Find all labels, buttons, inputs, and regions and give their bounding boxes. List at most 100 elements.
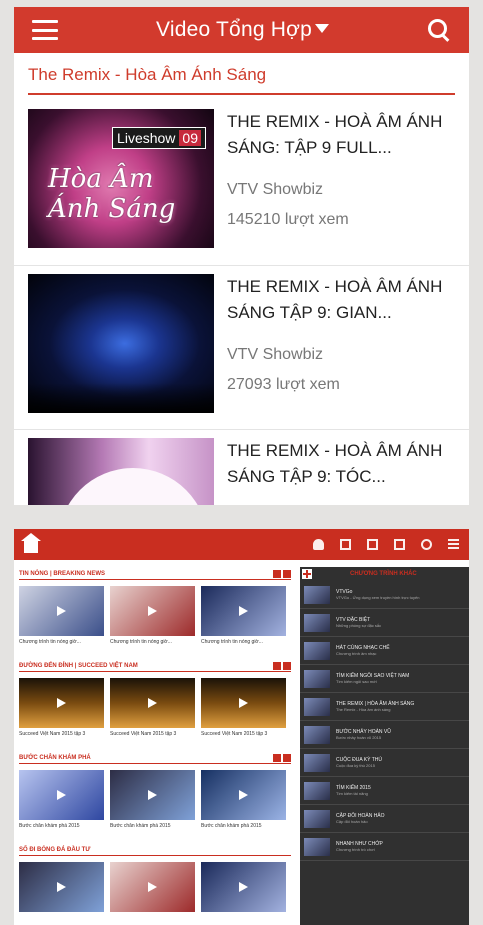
sidebar-program-item[interactable]: TÌM KIẾM NGÔI SAO VIỆT NAM Tìm kiếm ngôi …: [300, 665, 469, 693]
video-title[interactable]: THE REMIX - HOÀ ÂM ÁNH SÁNG: TẬP 9 FULL.…: [227, 109, 454, 161]
video-groups: TIN NÓNG | BREAKING NEWS Chương trình ti…: [19, 569, 291, 916]
search-icon[interactable]: [427, 18, 451, 42]
tv-icon[interactable]: [340, 539, 351, 550]
program-thumbnail[interactable]: [304, 837, 330, 856]
sidebar-program-item[interactable]: HÁT CÙNG NHẠC CHẾ Chương trình âm nhạc: [300, 637, 469, 665]
video-item[interactable]: Liveshow 09 Hòa Âm Ánh Sáng THE REMIX - H…: [14, 101, 469, 265]
video-item[interactable]: THE REMIX - HOÀ ÂM ÁNH SÁNG TẬP 9: GIAN.…: [14, 265, 469, 429]
grid-video-item[interactable]: Bước chân khám phá 2015: [110, 770, 195, 841]
sidebar-program-item[interactable]: VTV ĐẶC BIỆT Những phóng sự đặc sắc: [300, 609, 469, 637]
program-thumbnail[interactable]: [304, 753, 330, 772]
sidebar-program-item[interactable]: THE REMIX | HÒA ÂM ÁNH SÁNG The Remix - H…: [300, 693, 469, 721]
add-icon[interactable]: [302, 569, 312, 579]
video-item[interactable]: THE REMIX - HOÀ ÂM ÁNH SÁNG TẬP 9: TÓC..…: [14, 429, 469, 505]
program-title: NHANH NHƯ CHỚP: [336, 840, 383, 847]
video-thumbnail[interactable]: Liveshow 09 Hòa Âm Ánh Sáng: [28, 109, 214, 248]
grid-caption: Bước chân khám phá 2015: [201, 823, 262, 829]
program-subtitle: VTVGo - Ứng dụng xem truyền hình trực tu…: [336, 594, 420, 600]
grid-video-item[interactable]: Succeed Việt Nam 2015 tập 3: [110, 678, 195, 749]
grid-thumbnail[interactable]: [201, 678, 286, 728]
video-views: 145210 lượt xem: [227, 211, 349, 228]
grid-video-item[interactable]: Chương trình tin nóng giờ...: [110, 586, 195, 657]
prev-arrow-icon: [273, 662, 281, 670]
grid-video-item[interactable]: Chương trình tin nóng giờ...: [19, 586, 104, 657]
grid-video-item[interactable]: [110, 862, 195, 912]
video-channel: VTV Showbiz: [227, 181, 324, 198]
grid-video-item[interactable]: Succeed Việt Nam 2015 tập 3: [201, 678, 286, 749]
grid-video-item[interactable]: [201, 862, 286, 912]
thumbnail-logo-text: Hòa Âm Ánh Sáng: [48, 164, 176, 224]
grid-thumbnail[interactable]: [110, 586, 195, 636]
home-icon[interactable]: [21, 532, 41, 553]
grid-video-item[interactable]: [19, 862, 104, 912]
sidebar-program-item[interactable]: VTVGo VTVGo - Ứng dụng xem truyền hình tr…: [300, 581, 469, 609]
grid-caption: Succeed Việt Nam 2015 tập 3: [19, 731, 86, 737]
sidebar-program-item[interactable]: TÌM KIẾM 2015 Tìm kiếm tài năng: [300, 777, 469, 805]
group-nav-arrows[interactable]: [271, 657, 291, 675]
next-arrow-icon: [283, 662, 291, 670]
liveshow-badge: Liveshow 09: [112, 127, 206, 149]
sidebar-program-item[interactable]: BƯỚC NHẢY HOÀN VŨ Bước nhảy hoàn vũ 2015: [300, 721, 469, 749]
grid-thumbnail[interactable]: [110, 862, 195, 912]
grid-thumbnail[interactable]: [110, 678, 195, 728]
program-subtitle: Tìm kiếm ngôi sao mới: [336, 678, 377, 684]
category-dropdown[interactable]: Video Tổng Hợp: [156, 18, 329, 42]
search-icon[interactable]: [421, 539, 432, 550]
program-title: BƯỚC NHẢY HOÀN VŨ: [336, 728, 391, 735]
program-title: TÌM KIẾM NGÔI SAO VIỆT NAM: [336, 672, 410, 679]
menu-icon[interactable]: [448, 539, 459, 550]
video-thumbnail[interactable]: [28, 438, 214, 505]
grid-thumbnail[interactable]: [19, 586, 104, 636]
program-thumbnail[interactable]: [304, 669, 330, 688]
program-thumbnail[interactable]: [304, 809, 330, 828]
calendar-icon[interactable]: [367, 539, 378, 550]
video-group: SỐ ĐI BÓNG ĐÁ ĐẦU TƯ: [19, 845, 291, 912]
grid-caption: Succeed Việt Nam 2015 tập 3: [201, 731, 268, 737]
grid-thumbnail[interactable]: [201, 770, 286, 820]
program-thumbnail[interactable]: [304, 781, 330, 800]
video-thumbnail[interactable]: [28, 274, 214, 413]
sidebar-program-item[interactable]: CẶP ĐÔI HOÀN HẢO Cặp đôi hoàn hảo: [300, 805, 469, 833]
program-subtitle: Chương trình trò chơi: [336, 846, 375, 852]
program-title: THE REMIX | HÒA ÂM ÁNH SÁNG: [336, 700, 415, 707]
grid-video-item[interactable]: Bước chân khám phá 2015: [19, 770, 104, 841]
grid-caption: Succeed Việt Nam 2015 tập 3: [110, 731, 177, 737]
program-subtitle: Cuộc đua kỳ thú 2015: [336, 762, 375, 768]
grid-video-item[interactable]: Succeed Việt Nam 2015 tập 3: [19, 678, 104, 749]
sidebar-program-item[interactable]: CUỘC ĐUA KỲ THÚ Cuộc đua kỳ thú 2015: [300, 749, 469, 777]
program-thumbnail[interactable]: [304, 725, 330, 744]
grid-video-item[interactable]: Bước chân khám phá 2015: [201, 770, 286, 841]
grid-thumbnail[interactable]: [19, 862, 104, 912]
grid-caption: Bước chân khám phá 2015: [110, 823, 171, 829]
grid-thumbnail[interactable]: [19, 678, 104, 728]
section-divider: [28, 93, 455, 95]
sidebar-program-item[interactable]: NHANH NHƯ CHỚP Chương trình trò chơi: [300, 833, 469, 861]
video-group: TIN NÓNG | BREAKING NEWS Chương trình ti…: [19, 569, 291, 657]
video-group: BƯỚC CHÂN KHÁM PHÁ Bước chân khám phá 20…: [19, 753, 291, 841]
grid-video-item[interactable]: Chương trình tin nóng giờ...: [201, 586, 286, 657]
user-icon[interactable]: [313, 539, 324, 550]
grid-thumbnail[interactable]: [201, 862, 286, 912]
program-thumbnail[interactable]: [304, 613, 330, 632]
video-title[interactable]: THE REMIX - HOÀ ÂM ÁNH SÁNG TẬP 9: TÓC..…: [227, 438, 454, 490]
grid-thumbnail[interactable]: [19, 770, 104, 820]
group-title: TIN NÓNG | BREAKING NEWS: [19, 571, 106, 577]
grid-thumbnail[interactable]: [110, 770, 195, 820]
program-subtitle: The Remix - Hòa âm ánh sáng: [336, 706, 391, 712]
program-thumbnail[interactable]: [304, 585, 330, 604]
program-thumbnail[interactable]: [304, 641, 330, 660]
group-nav-arrows[interactable]: [271, 749, 291, 767]
website-screenshot: TIN NÓNG | BREAKING NEWS Chương trình ti…: [14, 529, 469, 925]
grid-caption: Bước chân khám phá 2015: [19, 823, 80, 829]
app-bar: Video Tổng Hợp: [14, 7, 469, 53]
video-views: 27093 lượt xem: [227, 376, 340, 393]
grid-caption: Chương trình tin nóng giờ...: [201, 639, 263, 645]
video-title[interactable]: THE REMIX - HOÀ ÂM ÁNH SÁNG TẬP 9: GIAN.…: [227, 274, 454, 326]
menu-icon[interactable]: [32, 20, 58, 40]
grid-icon[interactable]: [394, 539, 405, 550]
group-title: ĐƯỜNG ĐẾN ĐỈNH | SUCCEED VIỆT NAM: [19, 663, 138, 669]
grid-thumbnail[interactable]: [201, 586, 286, 636]
group-nav-arrows[interactable]: [271, 565, 291, 583]
grid-caption: Chương trình tin nóng giờ...: [19, 639, 81, 645]
program-thumbnail[interactable]: [304, 697, 330, 716]
